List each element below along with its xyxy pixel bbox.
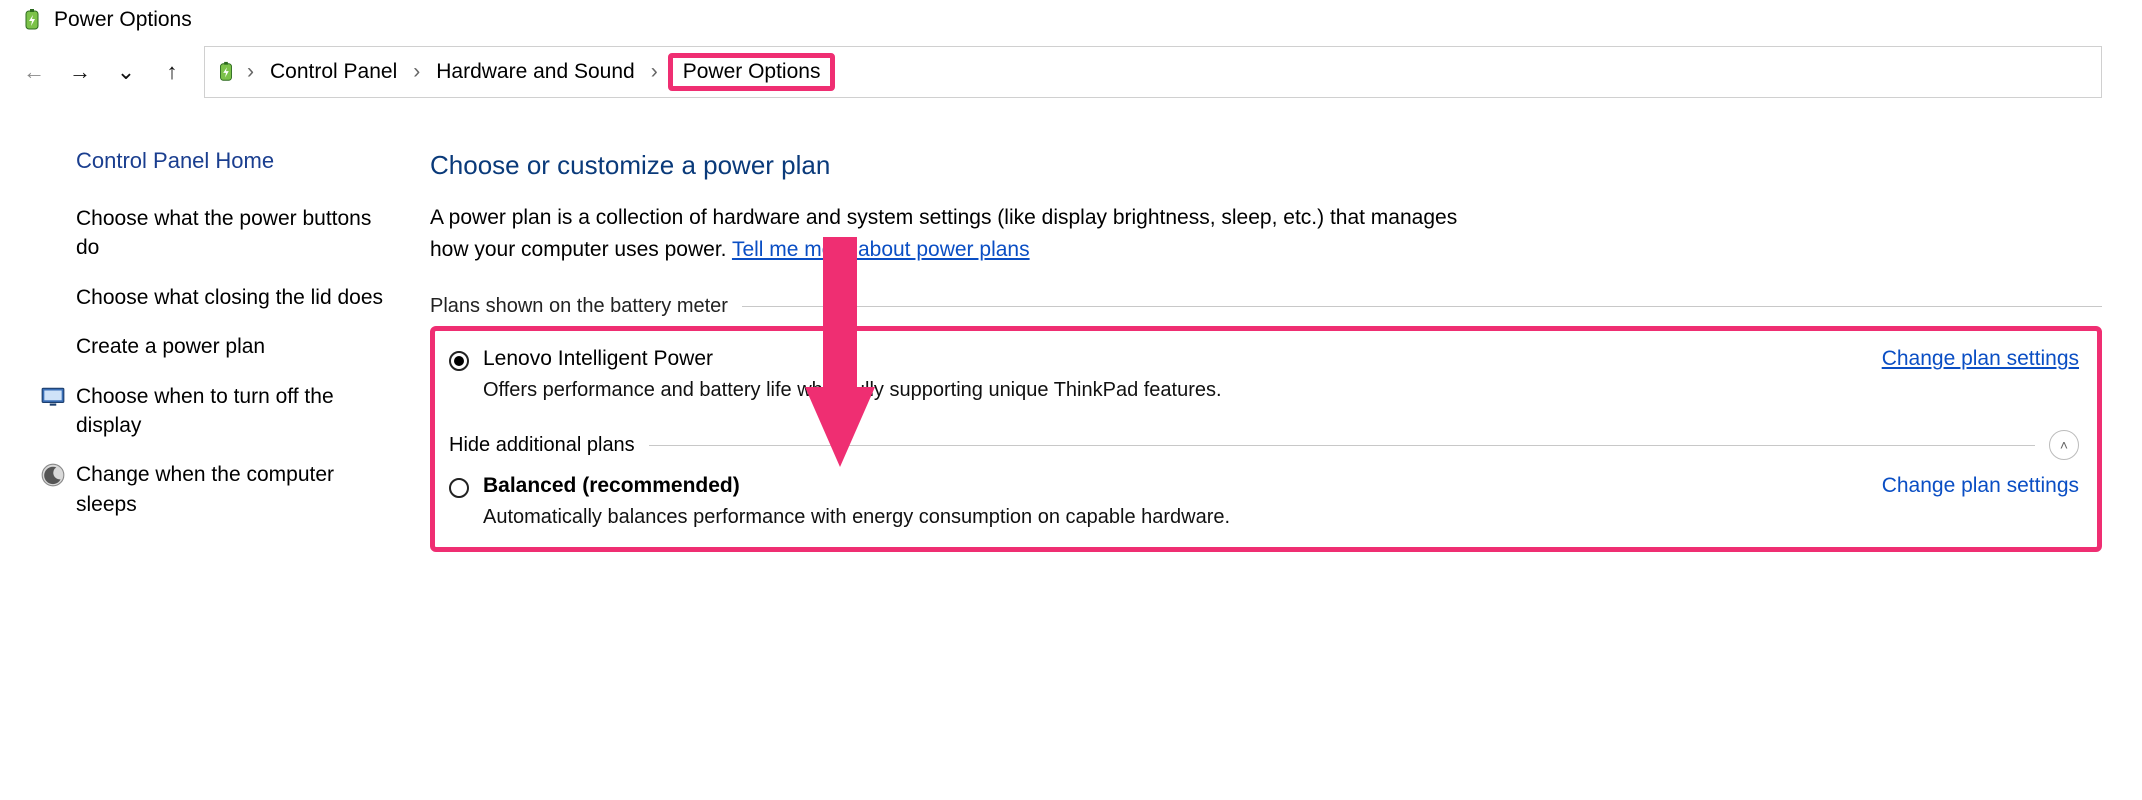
window-title: Power Options — [54, 8, 192, 32]
sidebar-item-power-buttons[interactable]: Choose what the power buttons do — [40, 204, 400, 263]
plans-section-header: Plans shown on the battery meter — [430, 295, 2102, 318]
plans-section-label: Plans shown on the battery meter — [430, 295, 728, 318]
radio-selected[interactable] — [449, 351, 469, 371]
plan-description: Offers performance and battery life whil… — [483, 379, 2079, 402]
plan-description: Automatically balances performance with … — [483, 506, 2079, 529]
power-options-icon — [20, 8, 44, 32]
sidebar-item-label: Create a power plan — [76, 332, 265, 361]
breadcrumb-hardware-and-sound[interactable]: Hardware and Sound — [430, 58, 640, 86]
display-icon — [40, 384, 66, 410]
divider — [649, 445, 2035, 446]
breadcrumb-sep-icon: › — [649, 60, 660, 84]
nav-back-icon[interactable]: ← — [20, 59, 48, 85]
collapse-chevron-up-icon[interactable]: ˄ — [2049, 430, 2079, 460]
breadcrumb[interactable]: › Control Panel › Hardware and Sound › P… — [204, 46, 2102, 98]
nav-up-icon[interactable]: ↑ — [158, 59, 186, 85]
radio-unselected[interactable] — [449, 478, 469, 498]
breadcrumb-power-options[interactable]: Power Options — [668, 53, 836, 91]
sidebar-item-label: Choose when to turn off the display — [76, 382, 400, 441]
content-area: Control Panel Home Choose what the power… — [0, 104, 2142, 552]
sidebar-item-label: Choose what closing the lid does — [76, 283, 383, 312]
sidebar-item-turn-off-display[interactable]: Choose when to turn off the display — [40, 382, 400, 441]
change-plan-settings-link[interactable]: Change plan settings — [1882, 474, 2079, 498]
sidebar-item-label: Choose what the power buttons do — [76, 204, 400, 263]
breadcrumb-control-panel[interactable]: Control Panel — [264, 58, 403, 86]
window-titlebar: Power Options — [0, 0, 2142, 40]
power-plan-balanced: Balanced (recommended) Change plan setti… — [449, 474, 2079, 529]
plans-highlight-box: Lenovo Intelligent Power Change plan set… — [430, 326, 2102, 552]
power-options-icon — [215, 61, 237, 83]
hide-additional-plans-row: Hide additional plans ˄ — [449, 430, 2079, 460]
plan-name[interactable]: Lenovo Intelligent Power — [483, 347, 713, 371]
sidebar-item-closing-lid[interactable]: Choose what closing the lid does — [40, 283, 400, 312]
divider — [742, 306, 2102, 307]
sidebar-item-computer-sleeps[interactable]: Change when the computer sleeps — [40, 460, 400, 519]
address-bar: ← → ⌄ ↑ › Control Panel › Hardware and S… — [0, 40, 2142, 104]
nav-history-dropdown-icon[interactable]: ⌄ — [112, 59, 140, 85]
change-plan-settings-link[interactable]: Change plan settings — [1882, 347, 2079, 371]
main-panel: Choose or customize a power plan A power… — [430, 134, 2102, 552]
page-description: A power plan is a collection of hardware… — [430, 202, 1470, 265]
hide-additional-plans-label[interactable]: Hide additional plans — [449, 434, 635, 457]
plan-name[interactable]: Balanced (recommended) — [483, 474, 740, 498]
learn-more-link[interactable]: Tell me more about power plans — [732, 238, 1030, 261]
moon-icon — [40, 462, 66, 488]
breadcrumb-sep-icon: › — [411, 60, 422, 84]
nav-forward-icon[interactable]: → — [66, 59, 94, 85]
sidebar-item-label: Change when the computer sleeps — [76, 460, 400, 519]
power-plan-lenovo: Lenovo Intelligent Power Change plan set… — [449, 347, 2079, 402]
sidebar-item-create-plan[interactable]: Create a power plan — [40, 332, 400, 361]
sidebar-home-link[interactable]: Control Panel Home — [76, 148, 400, 174]
page-title: Choose or customize a power plan — [430, 150, 2102, 181]
sidebar: Control Panel Home Choose what the power… — [40, 134, 400, 552]
breadcrumb-sep-icon: › — [245, 60, 256, 84]
